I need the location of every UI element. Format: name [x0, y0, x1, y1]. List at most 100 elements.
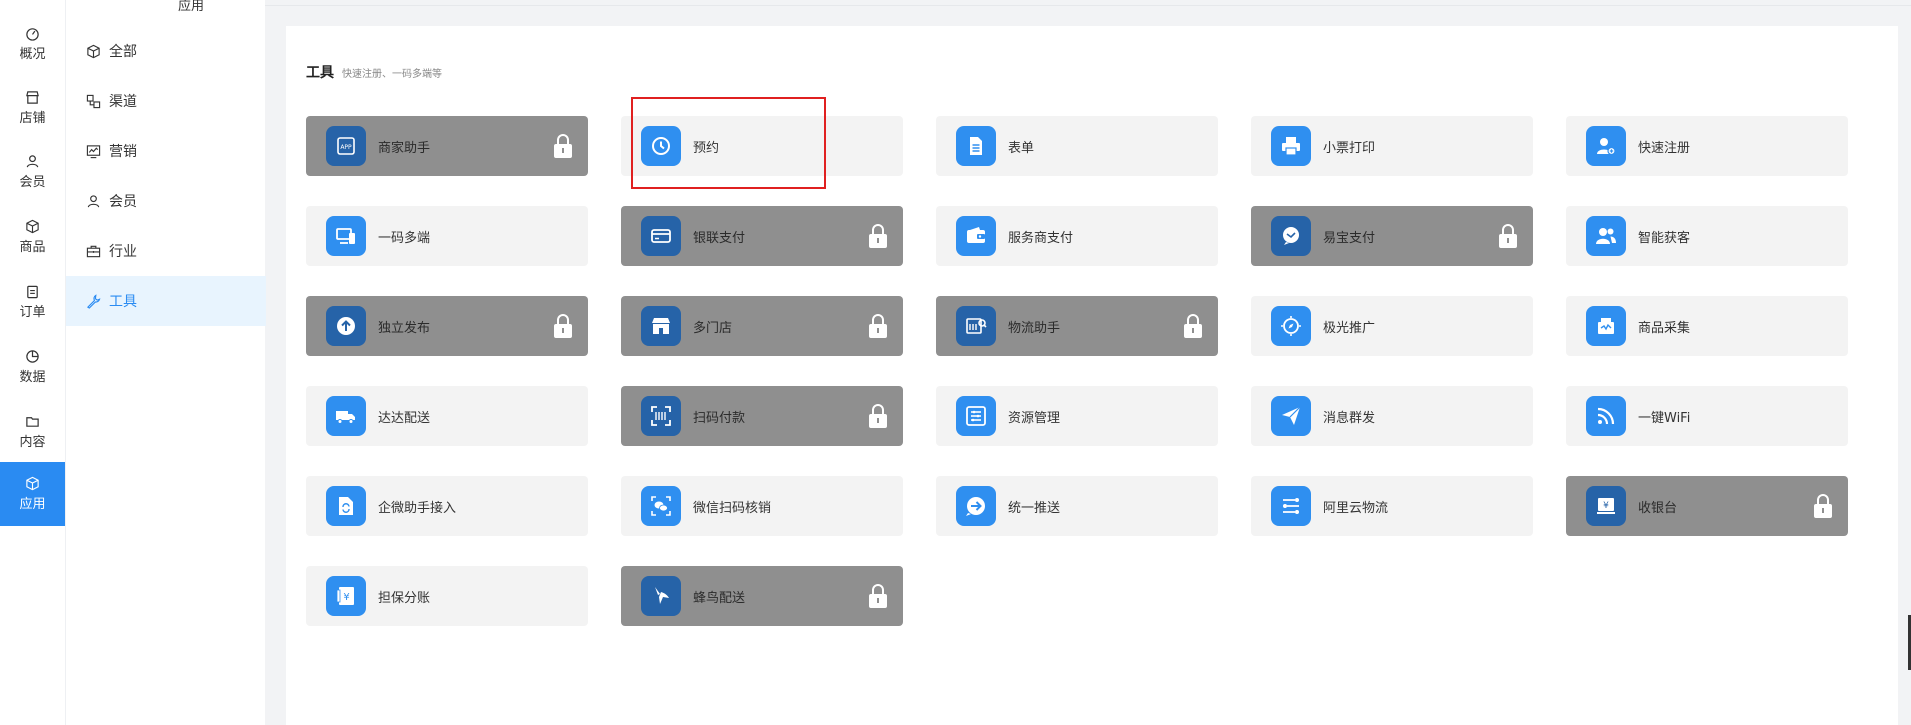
tool-card-merchant-assistant[interactable]: APP 商家助手	[306, 116, 588, 176]
tool-card-multi-store[interactable]: 多门店	[621, 296, 903, 356]
tool-card-yeepay[interactable]: 易宝支付	[1251, 206, 1533, 266]
send-icon	[1271, 396, 1311, 436]
tool-card-wechat-scan-verify[interactable]: 微信扫码核销	[621, 476, 903, 536]
sidebar-item-label: 会员	[109, 194, 137, 210]
sidebar-title: 应用	[146, 0, 236, 14]
tool-card-bulk-message[interactable]: 消息群发	[1251, 386, 1533, 446]
sidebar-item-label: 渠道	[109, 94, 137, 110]
sidebar-item-label: 行业	[109, 244, 137, 260]
sidebar-item-member[interactable]: 会员	[66, 176, 266, 226]
tool-card-guaranteed-split[interactable]: ¥ 担保分账	[306, 566, 588, 626]
compass-icon	[1271, 306, 1311, 346]
rail-item-goods[interactable]: 商品	[0, 205, 65, 269]
tool-card-fengniao-delivery[interactable]: 蜂鸟配送	[621, 566, 903, 626]
yuan-icon: ¥	[326, 576, 366, 616]
tool-card-receipt-printing[interactable]: 小票打印	[1251, 116, 1533, 176]
tool-card-dada-delivery[interactable]: 达达配送	[306, 386, 588, 446]
tool-label: 极光推广	[1323, 320, 1376, 336]
rail-item-orders[interactable]: 订单	[0, 270, 65, 334]
app-cube-icon	[26, 476, 39, 490]
tool-card-provider-payment[interactable]: 服务商支付	[936, 206, 1218, 266]
tool-label: 一码多端	[378, 230, 431, 246]
tool-card-unionpay[interactable]: 银联支付	[621, 206, 903, 266]
truck-icon	[326, 396, 366, 436]
member-icon	[26, 154, 39, 167]
tool-label: 商家助手	[378, 140, 431, 156]
tool-card-one-click-wifi[interactable]: 一键WiFi	[1566, 386, 1848, 446]
secondary-sidebar: 应用 全部 渠道 营销 会员 行业 工具	[65, 0, 266, 725]
rail-item-label: 商品	[19, 239, 46, 255]
sidebar-item-industry[interactable]: 行业	[66, 226, 266, 276]
lock-icon	[869, 584, 887, 608]
svg-text:APP: APP	[340, 144, 352, 151]
cube-icon	[87, 44, 100, 58]
tool-card-scan-to-pay[interactable]: 扫码付款	[621, 386, 903, 446]
rail-item-overview[interactable]: 概况	[0, 12, 65, 76]
sidebar-item-marketing[interactable]: 营销	[66, 126, 266, 176]
store-icon	[26, 90, 39, 104]
tool-label: 快速注册	[1638, 140, 1691, 156]
tool-card-multi-terminal[interactable]: 一码多端	[306, 206, 588, 266]
rail-item-data[interactable]: 数据	[0, 335, 65, 399]
sidebar-item-label: 工具	[109, 294, 137, 310]
tool-label: 独立发布	[378, 320, 431, 336]
sidebar-item-channel[interactable]: 渠道	[66, 76, 266, 126]
svg-text:¥: ¥	[343, 592, 349, 603]
wrench-icon	[86, 293, 101, 309]
tool-label: 易宝支付	[1323, 230, 1376, 246]
sidebar-item-tools[interactable]: 工具	[66, 276, 266, 326]
tool-label: 银联支付	[693, 230, 746, 246]
tool-label: 服务商支付	[1008, 230, 1074, 246]
rail-item-label: 店铺	[19, 110, 46, 126]
tool-card-logistics-assistant[interactable]: 物流助手	[936, 296, 1218, 356]
tool-card-independent-publish[interactable]: 独立发布	[306, 296, 588, 356]
lock-icon	[869, 404, 887, 428]
rail-item-label: 内容	[19, 434, 46, 450]
rail-item-label: 概况	[19, 46, 46, 62]
lock-icon	[554, 134, 572, 158]
tool-card-cashier[interactable]: ¥ 收银台	[1566, 476, 1848, 536]
rail-item-label: 会员	[19, 174, 46, 190]
rail-item-member[interactable]: 会员	[0, 140, 65, 204]
goods-box-icon	[26, 219, 39, 233]
tool-card-aliyun-logistics[interactable]: 阿里云物流	[1251, 476, 1533, 536]
tool-card-jiguang-promotion[interactable]: 极光推广	[1251, 296, 1533, 356]
lock-icon	[869, 314, 887, 338]
rail-item-label: 数据	[19, 369, 46, 385]
scan-icon	[641, 396, 681, 436]
rail-item-apps[interactable]: 应用	[0, 462, 65, 526]
tool-label: 消息群发	[1323, 410, 1376, 426]
rail-item-content[interactable]: 内容	[0, 400, 65, 464]
sidebar-item-all[interactable]: 全部	[66, 26, 266, 76]
primary-nav-rail: 概况 店铺 会员 商品 订单 数据 内容 应用	[0, 0, 65, 725]
section-subtitle: 快速注册、一码多端等	[342, 69, 442, 80]
tool-label: 收银台	[1638, 500, 1678, 516]
tool-card-product-collection[interactable]: 商品采集	[1566, 296, 1848, 356]
refresh-file-icon	[326, 486, 366, 526]
order-clipboard-icon	[27, 285, 38, 298]
tool-label: 阿里云物流	[1323, 500, 1389, 516]
tool-card-wecom-assistant[interactable]: 企微助手接入	[306, 476, 588, 536]
tool-label: 商品采集	[1638, 320, 1691, 336]
store-front-icon	[641, 306, 681, 346]
tool-card-form[interactable]: 表单	[936, 116, 1218, 176]
rail-item-store[interactable]: 店铺	[0, 76, 65, 140]
wechat-scan-icon	[641, 486, 681, 526]
document-icon	[956, 126, 996, 166]
svg-text:¥: ¥	[1603, 501, 1609, 511]
folder-icon	[26, 416, 39, 427]
tool-card-resource-management[interactable]: 资源管理	[936, 386, 1218, 446]
tool-card-unified-push[interactable]: 统一推送	[936, 476, 1218, 536]
tool-card-quick-register[interactable]: 快速注册	[1566, 116, 1848, 176]
wallet-icon	[956, 216, 996, 256]
lock-icon	[869, 224, 887, 248]
user-add-icon	[1586, 126, 1626, 166]
tool-label: 预约	[693, 140, 720, 156]
rail-item-label: 订单	[19, 304, 46, 320]
user-icon	[87, 194, 100, 207]
tool-card-smart-acquisition[interactable]: 智能获客	[1566, 206, 1848, 266]
tool-card-reservation[interactable]: 预约	[621, 116, 903, 176]
tool-label: 多门店	[693, 320, 733, 336]
sidebar-item-label: 营销	[109, 144, 137, 160]
rail-item-label: 应用	[19, 496, 46, 512]
